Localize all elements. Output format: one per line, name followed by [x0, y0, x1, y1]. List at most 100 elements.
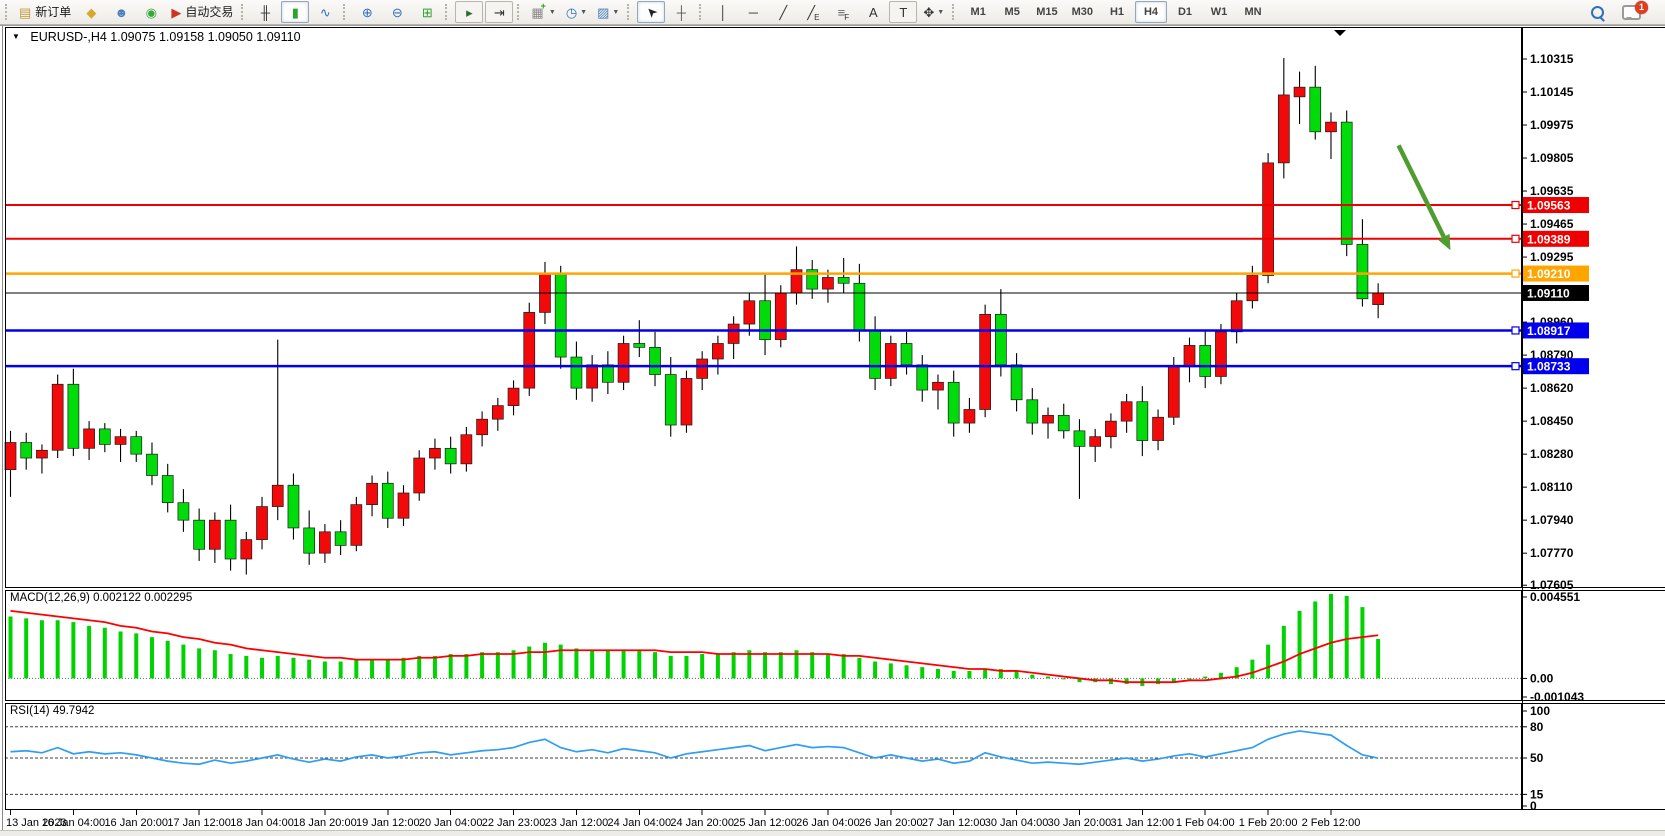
- zoom-in-button[interactable]: ⊕: [353, 1, 381, 23]
- timeframe-button-m30[interactable]: M30: [1066, 1, 1099, 23]
- auto-trading-button[interactable]: ▶自动交易: [167, 1, 237, 23]
- macd-histogram-bar: [1062, 678, 1066, 679]
- trend-arrow-annotation[interactable]: [1399, 145, 1451, 250]
- timeframe-button-mn[interactable]: MN: [1237, 1, 1269, 23]
- symbol-period-label: EURUSD-,H4: [30, 30, 106, 44]
- bull-candle: [492, 406, 503, 420]
- bull-candle: [712, 343, 723, 359]
- chart-shift-button[interactable]: ⇥: [485, 1, 513, 23]
- line-handle-square[interactable]: [1512, 327, 1519, 334]
- timeframe-button-m15[interactable]: M15: [1030, 1, 1063, 23]
- price-chip-label: 1.08733: [1527, 360, 1571, 374]
- periods-button[interactable]: ◷▼: [562, 1, 591, 23]
- auto-scroll-button[interactable]: ▸: [455, 1, 483, 23]
- bear-candle: [335, 532, 346, 546]
- rsi-panel: [5, 727, 1522, 795]
- bull-candle: [414, 458, 425, 493]
- macd-histogram-bar: [260, 658, 264, 679]
- timeframe-button-m5[interactable]: M5: [996, 1, 1028, 23]
- vertical-line-button[interactable]: │: [709, 1, 737, 23]
- toolbar-grip: [445, 4, 450, 20]
- bear-candle: [99, 429, 110, 445]
- notifications-button[interactable]: 1: [1618, 1, 1655, 23]
- macd-histogram-bar: [779, 652, 783, 678]
- macd-histogram-bar: [103, 628, 107, 679]
- cursor-button[interactable]: ➤: [637, 1, 665, 23]
- macd-histogram-bar: [574, 648, 578, 678]
- line-handle-square[interactable]: [1512, 235, 1519, 242]
- collapse-triangle-icon[interactable]: ▼: [12, 32, 20, 41]
- macd-histogram-bar: [291, 658, 295, 679]
- mt4-terminal-window: ▤新订单◆☻◉▶自动交易╫▮∿⊕⊖⊞▸⇥▦+▼◷▼▨▼➤┼│─╱╱E≡FAT✥▼…: [0, 0, 1665, 836]
- new-order-button[interactable]: ▤新订单: [15, 1, 75, 23]
- price-axis[interactable]: 1.103151.101451.099751.098051.096351.094…: [1522, 27, 1584, 813]
- arrows-icon: ✥: [923, 6, 934, 19]
- macd-histogram-bar: [967, 671, 971, 678]
- bull-candle: [84, 429, 95, 448]
- axis-tick-label: 1.09295: [1530, 250, 1574, 264]
- macd-histogram-bar: [370, 660, 374, 679]
- crosshair-button[interactable]: ┼: [667, 1, 695, 23]
- macd-histogram-bar: [119, 631, 123, 678]
- horizontal-line-button[interactable]: ─: [739, 1, 767, 23]
- channel-button[interactable]: ╱E: [799, 1, 827, 23]
- data-window-button[interactable]: ☻: [107, 1, 135, 23]
- line-chart-button[interactable]: ∿: [311, 1, 339, 23]
- axis-tick-label: 1.08110: [1530, 480, 1573, 494]
- bull-candle: [367, 483, 378, 504]
- time-tick-label: 18 Jan 04:00: [230, 817, 294, 829]
- candlestick-chart-button[interactable]: ▮: [281, 1, 309, 23]
- toolbar-grip: [952, 4, 957, 20]
- trendline-button[interactable]: ╱: [769, 1, 797, 23]
- crosshair-icon: ┼: [677, 6, 686, 19]
- zoom-in-icon: ⊕: [362, 6, 373, 19]
- notification-badge: 1: [1635, 1, 1648, 14]
- timeframe-button-m1[interactable]: M1: [962, 1, 994, 23]
- tile-windows-icon: ⊞: [422, 6, 433, 19]
- new-chart-button[interactable]: ▦+▼: [527, 1, 560, 23]
- timeframe-button-h1[interactable]: H1: [1101, 1, 1133, 23]
- text-button[interactable]: A: [859, 1, 887, 23]
- tile-windows-button[interactable]: ⊞: [413, 1, 441, 23]
- bear-candle: [288, 485, 299, 528]
- bull-candle: [1263, 163, 1274, 276]
- time-tick-label: 20 Jan 04:00: [419, 817, 483, 829]
- bull-candle: [209, 520, 220, 549]
- bear-candle: [178, 503, 189, 520]
- scroll-to-end-icon[interactable]: [1334, 30, 1346, 36]
- bull-candle: [697, 359, 708, 378]
- timeframe-button-w1[interactable]: W1: [1203, 1, 1235, 23]
- signals-button[interactable]: ◉: [137, 1, 165, 23]
- bear-candle: [146, 454, 157, 475]
- horizontal-price-lines[interactable]: [5, 202, 1522, 370]
- timeframe-button-h4[interactable]: H4: [1135, 1, 1167, 23]
- bear-candle: [1310, 87, 1321, 132]
- line-handle-square[interactable]: [1512, 363, 1519, 370]
- bull-candle: [1215, 332, 1226, 377]
- fibonacci-button[interactable]: ≡F: [829, 1, 857, 23]
- chart-canvas[interactable]: 1.103151.101451.099751.098051.096351.094…: [0, 25, 1665, 836]
- chart-workspace: 1.103151.101451.099751.098051.096351.094…: [0, 25, 1665, 836]
- zoom-out-button[interactable]: ⊖: [383, 1, 411, 23]
- toolbar-grip: [343, 4, 348, 20]
- search-button[interactable]: [1583, 1, 1611, 23]
- macd-histogram-bar: [653, 652, 657, 678]
- time-axis[interactable]: 13 Jan 202316 Jan 04:0016 Jan 20:0017 Ja…: [6, 810, 1360, 829]
- bull-candle: [115, 437, 126, 445]
- macd-histogram-bar: [213, 650, 217, 678]
- bar-chart-button[interactable]: ╫: [251, 1, 279, 23]
- templates-button[interactable]: ▨▼: [593, 1, 623, 23]
- arrows-button[interactable]: ✥▼: [919, 1, 948, 23]
- macd-histogram-bar: [936, 669, 940, 678]
- bear-candle: [634, 343, 645, 347]
- bear-candle: [68, 384, 79, 448]
- vertical-line-icon: │: [719, 6, 727, 19]
- macd-histogram-bar: [134, 633, 138, 678]
- timeframe-button-d1[interactable]: D1: [1169, 1, 1201, 23]
- macd-histogram-bar: [1313, 601, 1317, 678]
- line-handle-square[interactable]: [1512, 202, 1519, 209]
- bull-candle: [508, 388, 519, 405]
- text-label-button[interactable]: T: [889, 1, 917, 23]
- line-handle-square[interactable]: [1512, 270, 1519, 277]
- market-watch-button[interactable]: ◆: [77, 1, 105, 23]
